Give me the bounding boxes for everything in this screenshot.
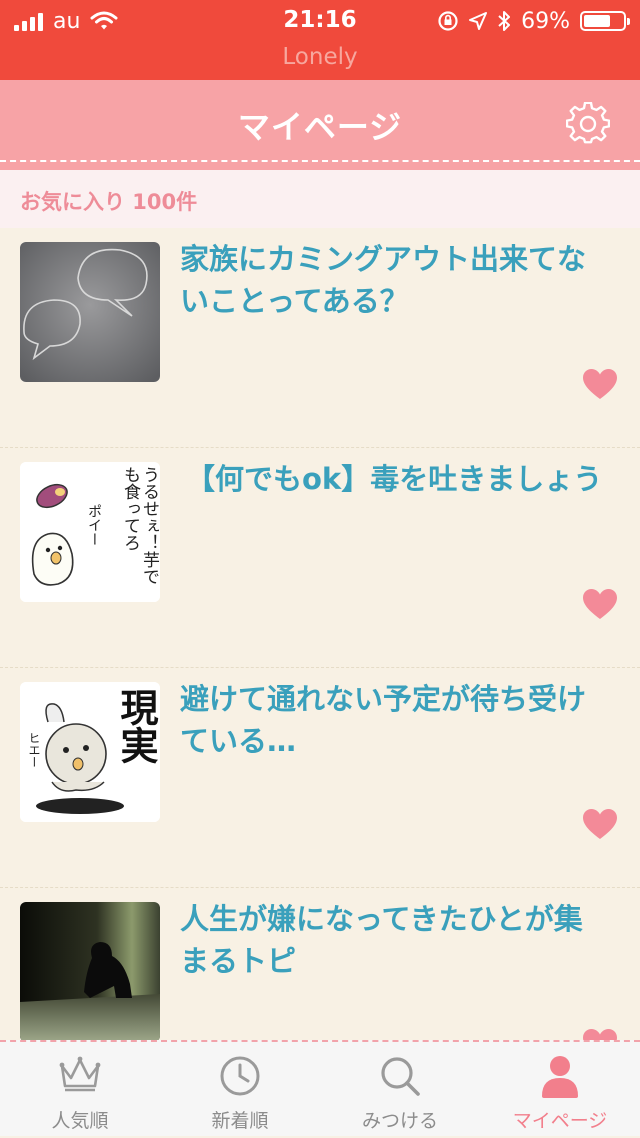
battery-icon bbox=[580, 11, 630, 31]
battery-percent: 69% bbox=[521, 8, 570, 34]
status-right: 69% bbox=[437, 8, 630, 34]
app-name-label: Lonely bbox=[282, 44, 358, 70]
gear-icon[interactable] bbox=[566, 102, 610, 146]
status-bar: au 21:16 69% Lonely bbox=[0, 0, 640, 80]
topic-list[interactable]: 家族にカミングアウト出来てないことってある？ うるせぇ！芋でも食ってろ ポイー … bbox=[0, 228, 640, 1040]
topic-title[interactable]: 人生が嫌になってきたひとが集まるトピ bbox=[180, 898, 610, 982]
thumbnail-chalkboard bbox=[20, 242, 160, 382]
sticker-text: うるせぇ！芋でも食ってろ bbox=[120, 466, 159, 585]
rotation-lock-icon bbox=[438, 11, 458, 31]
page-title: マイページ bbox=[237, 108, 403, 146]
person-icon bbox=[542, 1056, 578, 1098]
topic-title[interactable]: 避けて通れない予定が待ち受けている… bbox=[180, 678, 610, 762]
tab-label: みつける bbox=[361, 1110, 438, 1132]
sticker-big-text: 現実 bbox=[114, 688, 158, 764]
tab-bar: 人気順 新着順 みつける マイページ bbox=[0, 1040, 640, 1136]
topic-title[interactable]: 【何でもok】毒を吐きましょう bbox=[186, 458, 610, 500]
sticker-sfx: ヒエー bbox=[27, 732, 41, 768]
sticker-sfx: ポイー bbox=[86, 504, 102, 546]
list-item[interactable]: 現実 ヒエー 避けて通れない予定が待ち受けている… bbox=[0, 668, 640, 888]
favorites-bar: お気に入り 100件 bbox=[0, 170, 640, 228]
tab-label: 新着順 bbox=[211, 1110, 269, 1132]
clock-icon bbox=[220, 1056, 260, 1096]
tab-label: マイページ bbox=[512, 1110, 608, 1132]
search-icon bbox=[381, 1057, 420, 1096]
crown-icon bbox=[59, 1056, 101, 1092]
location-icon bbox=[469, 12, 488, 30]
heart-icon[interactable] bbox=[582, 368, 618, 400]
bluetooth-icon bbox=[498, 11, 511, 31]
list-item[interactable]: 人生が嫌になってきたひとが集まるトピ bbox=[0, 888, 640, 1040]
heart-icon[interactable] bbox=[582, 588, 618, 620]
list-item[interactable]: うるせぇ！芋でも食ってろ ポイー 【何でもok】毒を吐きましょう bbox=[0, 448, 640, 668]
tab-mypage[interactable]: マイページ bbox=[480, 1042, 640, 1138]
thumbnail-dark-photo bbox=[20, 902, 160, 1040]
tab-popular[interactable]: 人気順 bbox=[0, 1042, 160, 1138]
topic-title[interactable]: 家族にカミングアウト出来てないことってある？ bbox=[180, 238, 610, 322]
favorites-count: お気に入り 100件 bbox=[20, 190, 198, 214]
tab-find[interactable]: みつける bbox=[320, 1042, 480, 1138]
heart-icon[interactable] bbox=[582, 808, 618, 840]
page-header: マイページ bbox=[0, 80, 640, 170]
thumbnail-sticker-reality: 現実 ヒエー bbox=[20, 682, 160, 822]
header-divider bbox=[0, 160, 640, 162]
list-item[interactable]: 家族にカミングアウト出来てないことってある？ bbox=[0, 228, 640, 448]
tab-label: 人気順 bbox=[51, 1110, 109, 1132]
thumbnail-sticker-potato: うるせぇ！芋でも食ってろ ポイー bbox=[20, 462, 160, 602]
heart-icon[interactable] bbox=[582, 1028, 618, 1040]
tab-new[interactable]: 新着順 bbox=[160, 1042, 320, 1138]
